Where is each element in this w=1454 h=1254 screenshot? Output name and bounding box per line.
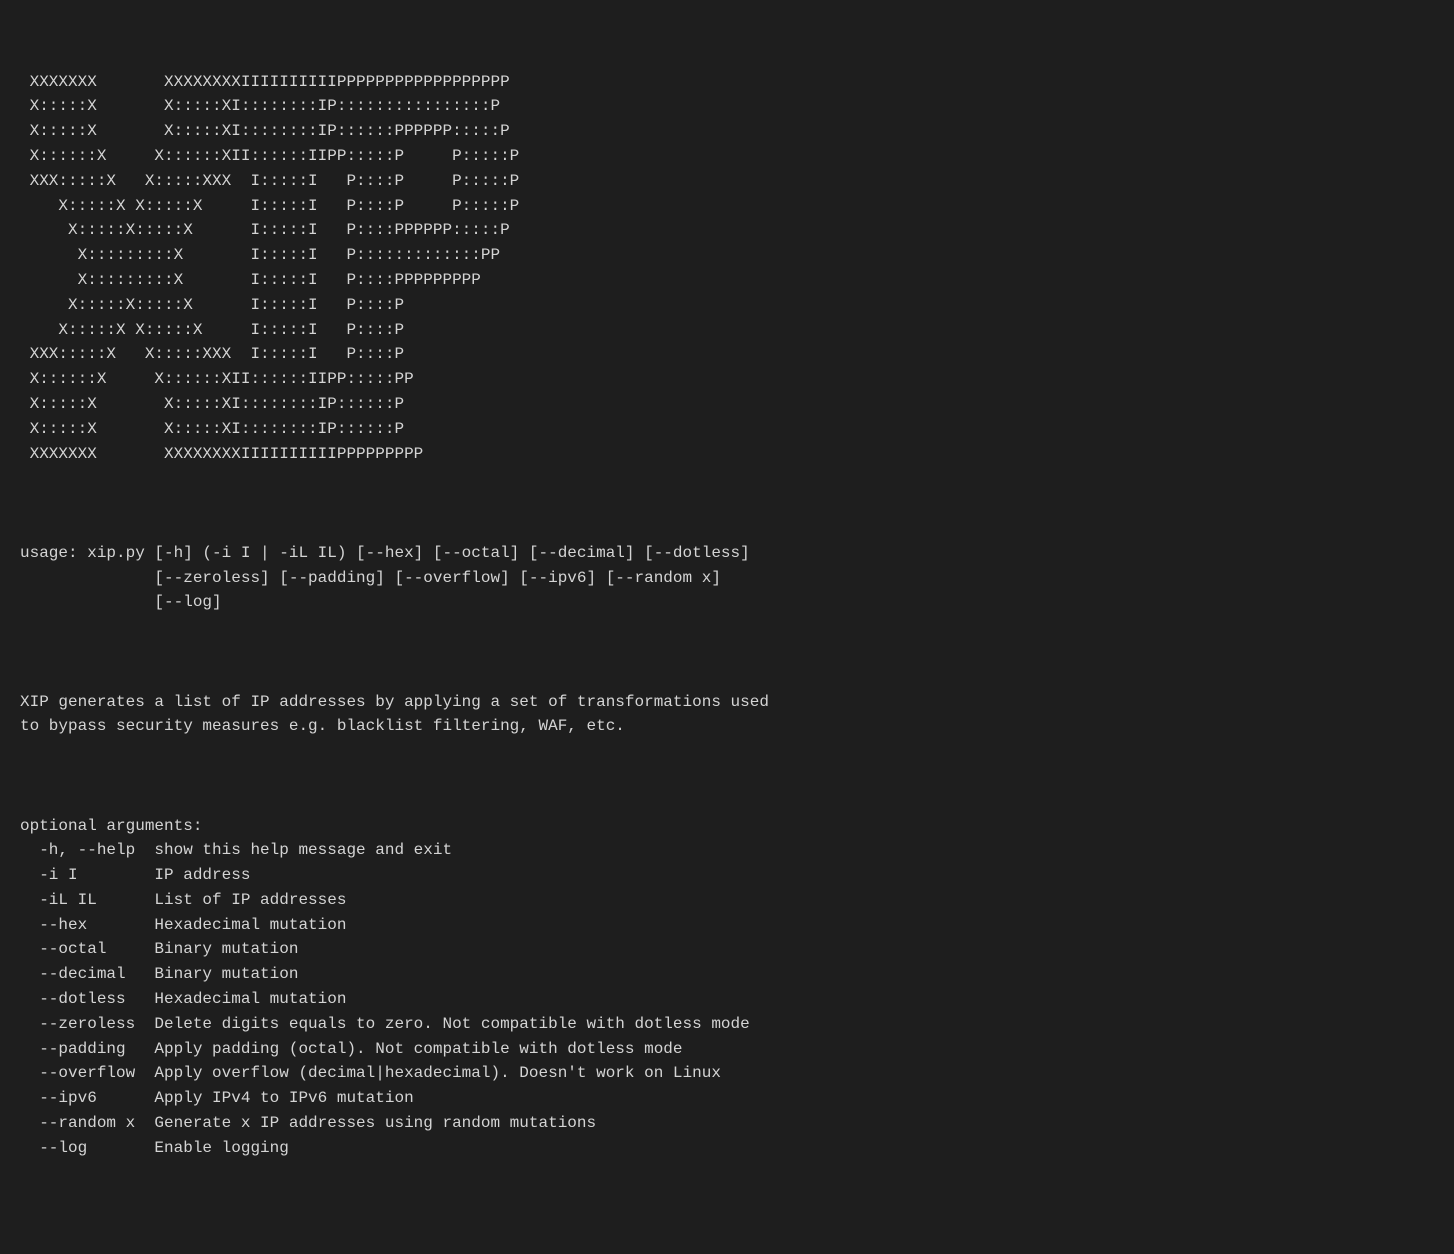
ascii-art-section: XXXXXXX XXXXXXXXIIIIIIIIIIPPPPPPPPPPPPPP… (20, 45, 1434, 467)
description-line2: to bypass security measures e.g. blackli… (20, 717, 625, 735)
args-section: optional arguments: -h, --help show this… (20, 789, 1434, 1161)
usage-section: usage: xip.py [-h] (-i I | -iL IL) [--he… (20, 516, 1434, 615)
usage-line1: usage: xip.py [-h] (-i I | -iL IL) [--he… (20, 544, 750, 562)
usage-line3: [--log] (20, 593, 222, 611)
description-section: XIP generates a list of IP addresses by … (20, 665, 1434, 739)
optional-header: optional arguments: (20, 817, 202, 835)
terminal-output: XXXXXXX XXXXXXXXIIIIIIIIIIPPPPPPPPPPPPPP… (20, 20, 1434, 1185)
description-line1: XIP generates a list of IP addresses by … (20, 693, 769, 711)
usage-line2: [--zeroless] [--padding] [--overflow] [-… (20, 569, 721, 587)
